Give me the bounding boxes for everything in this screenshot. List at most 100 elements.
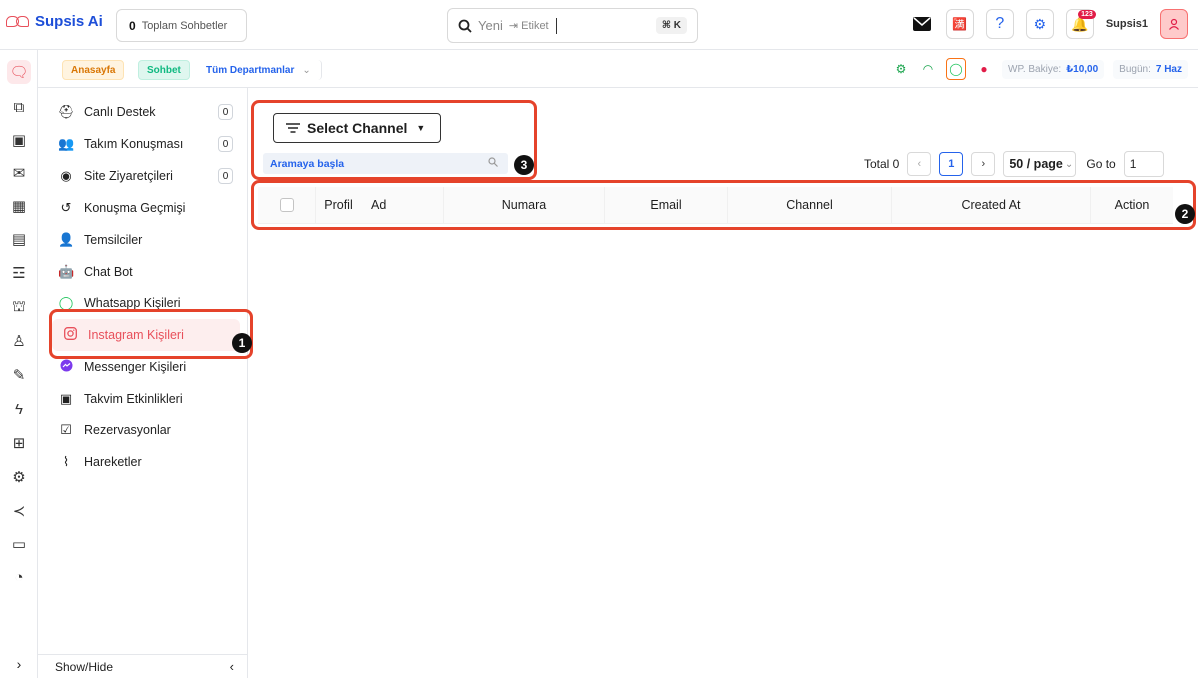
rail-contacts-icon[interactable]: ▣ xyxy=(7,128,31,152)
page-button-current[interactable]: 1 xyxy=(939,152,964,176)
search-tag-hint: ⇥ Etiket xyxy=(508,20,549,32)
chevron-left-icon: ‹ xyxy=(229,659,234,674)
total-chats-label: Toplam Sohbetler xyxy=(141,19,228,32)
today-date: Bugün: 7 Haz xyxy=(1113,59,1188,79)
sidebar-item-label: Messenger Kişileri xyxy=(84,360,187,374)
rail-calendar-icon[interactable]: ▦ xyxy=(7,194,31,218)
bot-icon: 🤖 xyxy=(58,264,75,279)
rail-archive-icon[interactable]: ▭ xyxy=(7,532,31,556)
rail-clock-icon[interactable]: ◔ xyxy=(7,565,31,589)
today-value: 7 Haz xyxy=(1155,63,1182,75)
agents-icon: 👤 xyxy=(58,232,75,247)
department-select[interactable]: Tüm Departmanlar ⌄ xyxy=(198,60,322,80)
wifi-icon[interactable]: ◠ xyxy=(919,60,937,78)
messenger-icon xyxy=(58,359,74,375)
mail-icon[interactable] xyxy=(910,9,934,39)
annotation-highlight-1 xyxy=(49,309,253,359)
history-icon: ↺ xyxy=(60,200,72,215)
count-badge: 0 xyxy=(218,168,233,184)
sidebar-item-label: Takım Konuşması xyxy=(84,137,184,151)
whatsapp-icon[interactable]: ◯ xyxy=(946,58,967,80)
goto-label: Go to xyxy=(1086,157,1116,171)
annotation-badge-2: 2 xyxy=(1175,204,1195,224)
sidebar-item-label: Rezervasyonlar xyxy=(84,423,171,437)
sidebar-item-label: Canlı Destek xyxy=(84,105,156,119)
rail-tickets-icon[interactable]: ☲ xyxy=(7,261,31,285)
rail-messages-icon[interactable]: ⧉ xyxy=(7,95,31,119)
notification-count-badge: 123 xyxy=(1078,10,1096,19)
show-hide-label: Show/Hide xyxy=(55,659,114,674)
today-label: Bugün: xyxy=(1119,63,1151,75)
global-search-input[interactable]: Yeni ⇥ Etiket ⌘ K xyxy=(447,8,698,43)
username[interactable]: Supsis1 xyxy=(1106,18,1148,30)
translate-icon[interactable]: 🈵 xyxy=(945,9,974,39)
rail-share-icon[interactable]: ≺ xyxy=(7,499,31,523)
sidebar-item-live-support[interactable]: ⛑ Canlı Destek 0 xyxy=(58,100,233,124)
user-avatar[interactable] xyxy=(1160,9,1188,39)
rail-apps-icon[interactable]: ⊞ xyxy=(7,431,31,455)
rail-mail-icon[interactable]: ✉ xyxy=(7,161,31,185)
settings-gear-icon[interactable]: ⚙ xyxy=(1025,9,1054,39)
search-shortcut: ⌘ K xyxy=(655,17,687,34)
sidebar-item-chat-history[interactable]: ↺ Konuşma Geçmişi xyxy=(58,196,233,220)
rail-flash-icon[interactable]: ϟ xyxy=(7,397,31,421)
wp-balance-value: ₺10,00 xyxy=(1066,63,1099,75)
user-icon xyxy=(1169,18,1179,30)
headset-icon: ⛑ xyxy=(58,104,75,119)
show-hide-toggle[interactable]: Show/Hide ‹ xyxy=(38,654,248,678)
sidebar-item-team-chat[interactable]: 👥 Takım Konuşması 0 xyxy=(58,132,233,156)
page-size-value: 50 / page xyxy=(1009,157,1063,171)
notification-bell-icon[interactable]: 🔔 123 xyxy=(1065,9,1096,39)
calendar-icon: ▣ xyxy=(59,391,73,406)
annotation-badge-1: 1 xyxy=(232,333,252,353)
rail-notes-icon[interactable]: ▤ xyxy=(7,227,31,251)
rail-expand-chevron-icon[interactable]: › xyxy=(7,652,31,676)
rss-icon: ⌇ xyxy=(62,454,70,469)
app-logo[interactable]: Supsis Ai xyxy=(6,13,103,30)
logo-icon xyxy=(6,14,32,30)
rail-edit-icon[interactable]: ✎ xyxy=(7,363,31,387)
sidebar-item-label: Temsilciler xyxy=(84,233,143,247)
alert-icon[interactable]: ● xyxy=(975,60,993,78)
search-icon xyxy=(458,19,472,33)
next-page-button[interactable]: › xyxy=(971,152,996,176)
bot-status-icon[interactable]: ⚙ xyxy=(892,60,910,78)
breadcrumb-bar: Anasayfa Sohbet Tüm Departmanlar ⌄ ⚙ ◠ ◯… xyxy=(38,50,1198,88)
rail-users-icon[interactable]: ♙ xyxy=(7,329,31,353)
sidebar-item-label: Site Ziyaretçileri xyxy=(84,169,173,183)
page-size-select[interactable]: 50 / page ⌄ xyxy=(1003,151,1077,177)
rail-settings-icon[interactable]: ⚙ xyxy=(7,465,31,489)
annotation-badge-3: 3 xyxy=(514,155,534,175)
sidebar-item-label: Konuşma Geçmişi xyxy=(84,201,186,215)
rail-chat-icon[interactable]: 🗨 xyxy=(7,60,31,84)
chevron-down-icon: ⌄ xyxy=(302,64,311,76)
help-icon[interactable]: ? xyxy=(985,9,1014,39)
sidebar-item-calendar-events[interactable]: ▣ Takvim Etkinlikleri xyxy=(58,387,233,411)
total-chats-button[interactable]: 0 Toplam Sohbetler xyxy=(116,9,247,42)
pagination: Total 0 ‹ 1 › 50 / page ⌄ Go to 1 xyxy=(864,151,1164,177)
breadcrumb-home[interactable]: Anasayfa xyxy=(62,60,125,80)
sidebar-item-reservations[interactable]: ☑ Rezervasyonlar xyxy=(58,418,233,442)
sidebar-item-label: Hareketler xyxy=(84,455,142,469)
icon-rail: 🗨 ⧉ ▣ ✉ ▦ ▤ ☲ ⛫ ♙ ✎ ϟ ⊞ ⚙ ≺ ▭ ◔ › xyxy=(0,50,38,678)
top-bar: Supsis Ai 0 Toplam Sohbetler Yeni ⇥ Etik… xyxy=(0,0,1198,50)
annotation-highlight-2 xyxy=(251,180,1196,230)
count-badge: 0 xyxy=(218,136,233,152)
calendar-check-icon: ☑ xyxy=(60,422,72,437)
breadcrumb-chat[interactable]: Sohbet xyxy=(138,60,190,80)
rail-inbox-icon[interactable]: ⛫ xyxy=(7,295,31,319)
sidebar-item-agents[interactable]: 👤 Temsilciler xyxy=(58,228,233,252)
department-select-value: Tüm Departmanlar xyxy=(206,64,295,76)
team-icon: 👥 xyxy=(58,136,75,151)
sidebar-item-activities[interactable]: ⌇ Hareketler xyxy=(58,450,233,474)
sidebar-item-label: Chat Bot xyxy=(84,265,133,279)
sidebar-item-site-visitors[interactable]: ◉ Site Ziyaretçileri 0 xyxy=(58,164,233,188)
sidebar-item-chat-bot[interactable]: 🤖 Chat Bot xyxy=(58,260,233,284)
wp-balance-label: WP. Bakiye: xyxy=(1008,63,1062,75)
goto-page-input[interactable]: 1 xyxy=(1123,151,1164,177)
prev-page-button[interactable]: ‹ xyxy=(907,152,932,176)
sidebar-item-label: Whatsapp Kişileri xyxy=(84,296,181,310)
wp-balance: WP. Bakiye: ₺10,00 xyxy=(1002,59,1105,79)
annotation-highlight-3 xyxy=(251,100,537,180)
total-chats-count: 0 xyxy=(129,18,136,33)
